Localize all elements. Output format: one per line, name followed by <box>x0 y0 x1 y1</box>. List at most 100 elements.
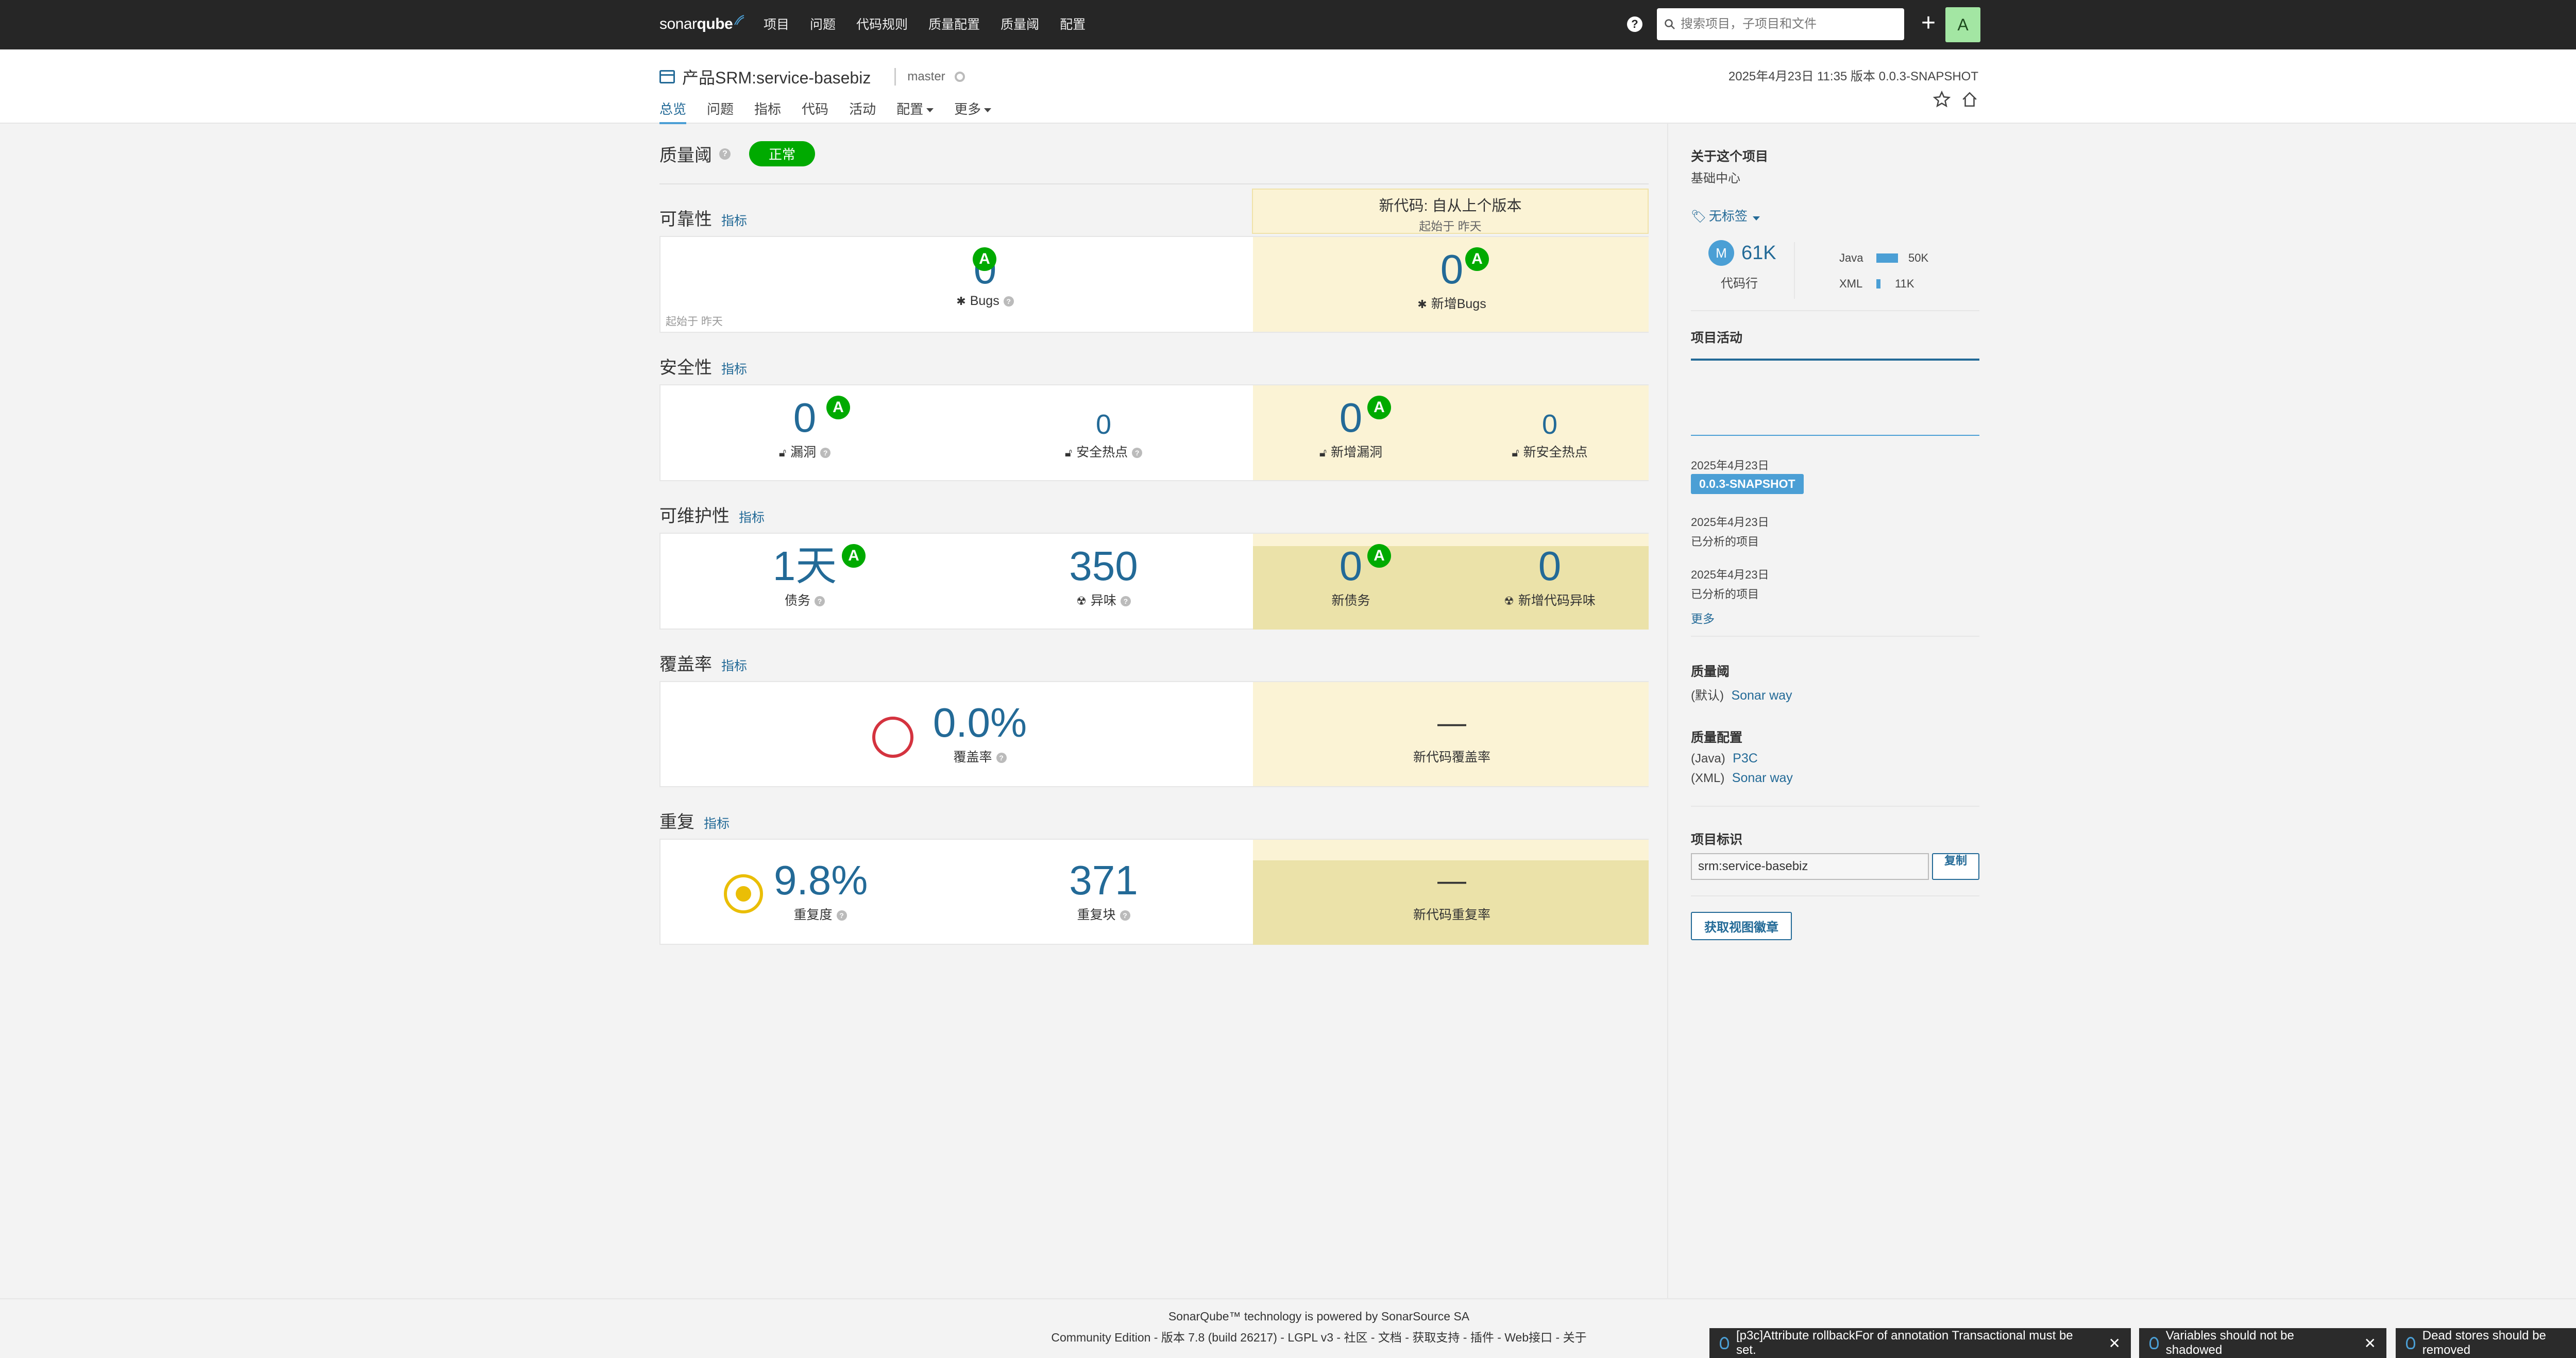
footer-link-license[interactable]: LGPL v3 <box>1287 1331 1333 1344</box>
security-measures-link[interactable]: 指标 <box>721 362 747 377</box>
close-icon[interactable]: ✕ <box>2364 1335 2376 1352</box>
tab-measures[interactable]: 指标 <box>754 99 781 124</box>
notification-toast: Dead stores should be removed ✕ <box>2396 1328 2576 1358</box>
tab-issues[interactable]: 问题 <box>707 99 734 124</box>
create-plus-button[interactable]: + <box>1913 9 1943 39</box>
notification-toast: Variables should not be shadowed ✕ <box>2139 1328 2386 1358</box>
help-icon[interactable]: ? <box>1120 910 1130 921</box>
footer-link-docs[interactable]: 文档 <box>1378 1331 1402 1344</box>
coverage-measures-link[interactable]: 指标 <box>721 659 747 673</box>
debt-rating[interactable]: A <box>842 544 866 568</box>
footer-link-support[interactable]: 获取支持 <box>1412 1331 1460 1344</box>
help-icon[interactable]: ? <box>996 753 1007 763</box>
vulnerabilities-rating[interactable]: A <box>826 396 850 419</box>
activity-more-link[interactable]: 更多 <box>1691 609 1979 626</box>
help-icon[interactable]: ? <box>1003 296 1014 307</box>
menu-item-rules[interactable]: 代码规则 <box>856 15 908 34</box>
help-icon[interactable]: ? <box>815 596 825 607</box>
duplicated-blocks-metric[interactable]: 371 重复块? <box>1026 858 1181 923</box>
activity-title: 项目活动 <box>1691 331 1743 345</box>
duplications-card: 9.8% 重复度? 371 重复块? — 新代码重复率 <box>659 839 1649 945</box>
tab-overview[interactable]: 总览 <box>659 99 687 124</box>
new-duplications-metric[interactable]: — 新代码重复率 <box>1375 858 1529 923</box>
search-input[interactable] <box>1681 17 1897 31</box>
sonarsource-link[interactable]: SonarSource SA <box>1381 1310 1469 1323</box>
duplications-indicator[interactable] <box>721 872 766 916</box>
duplicated-lines-density-metric[interactable]: 9.8% 重复度? <box>774 858 868 923</box>
favorite-star-icon[interactable] <box>1933 91 1951 108</box>
tab-code[interactable]: 代码 <box>802 99 828 124</box>
new-hotspots-metric[interactable]: 0 🔓︎ 新安全热点 <box>1472 409 1627 461</box>
menu-item-quality-profiles[interactable]: 质量配置 <box>928 15 980 34</box>
new-bugs-rating[interactable]: A <box>1465 247 1489 271</box>
code-smells-metric[interactable]: 350 ☢ 异味? <box>1026 544 1181 609</box>
branch-selector[interactable]: master <box>907 70 965 84</box>
close-icon[interactable]: ✕ <box>2109 1335 2121 1352</box>
coverage-donut[interactable] <box>871 715 915 759</box>
new-coverage-metric[interactable]: — 新代码覆盖率 <box>1375 701 1529 766</box>
tab-more[interactable]: 更多 <box>954 99 992 124</box>
language-java-bar <box>1876 253 1898 263</box>
help-icon[interactable]: ? <box>1120 596 1131 607</box>
lightbulb-icon <box>1720 1337 1729 1349</box>
reliability-card: 0 ✱Bugs? A 起始于 昨天 0 ✱新增Bugs A <box>659 236 1649 333</box>
version-badge: 0.0.3-SNAPSHOT <box>1691 474 1804 494</box>
user-avatar[interactable]: A <box>1945 7 1980 42</box>
global-search[interactable] <box>1657 8 1904 40</box>
maintainability-measures-link[interactable]: 指标 <box>739 511 765 525</box>
footer-link-community[interactable]: 社区 <box>1344 1331 1367 1344</box>
tags-selector[interactable]: 🏷︎ 无标签 <box>1691 206 1979 225</box>
reliability-measures-link[interactable]: 指标 <box>721 214 747 228</box>
get-badges-button[interactable]: 获取视图徽章 <box>1691 912 1792 940</box>
help-icon[interactable]: ? <box>719 148 731 160</box>
bugs-rating[interactable]: A <box>973 247 996 271</box>
project-tabs: 总览 问题 指标 代码 活动 配置 更多 <box>659 99 1012 124</box>
menu-item-quality-gates[interactable]: 质量阈 <box>1001 15 1039 34</box>
quality-profile-xml-link[interactable]: Sonar way <box>1732 771 1793 785</box>
size-rating[interactable]: M <box>1708 240 1734 266</box>
quality-gate-link[interactable]: Sonar way <box>1731 688 1792 703</box>
footer-link-web-api[interactable]: Web接口 <box>1504 1331 1552 1344</box>
menu-item-projects[interactable]: 项目 <box>764 15 789 34</box>
coverage-metric[interactable]: 0.0% 覆盖率? <box>923 701 1037 766</box>
new-bugs-metric[interactable]: 0 ✱ 新增Bugs <box>1375 247 1529 312</box>
copy-key-button[interactable]: 复制 <box>1932 853 1979 880</box>
new-vulnerabilities-metric[interactable]: 0 🔓︎ 新增漏洞 <box>1274 396 1428 461</box>
since-label: 起始于 昨天 <box>666 316 723 328</box>
menu-item-administration[interactable]: 配置 <box>1060 15 1086 34</box>
quality-profiles-title: 质量配置 <box>1691 731 1743 745</box>
help-icon[interactable]: ? <box>1132 448 1143 459</box>
lock-icon: 🔓︎ <box>1512 446 1519 459</box>
new-debt-metric[interactable]: 0 新债务 <box>1274 544 1428 609</box>
language-xml-label: XML <box>1839 277 1863 290</box>
help-icon[interactable]: ? <box>820 448 831 459</box>
activity-date: 2025年4月23日 <box>1691 459 1769 472</box>
lock-icon: 🔓︎ <box>1064 446 1073 459</box>
sonarqube-logo[interactable]: sonarqube <box>659 11 745 37</box>
branch-name: master <box>907 70 945 83</box>
hotspots-metric[interactable]: 0 🔓︎ 安全热点? <box>1026 409 1181 461</box>
project-name[interactable]: 产品SRM:service-basebiz <box>682 65 871 89</box>
footer-link-plugins[interactable]: 插件 <box>1470 1331 1494 1344</box>
new-vulnerabilities-rating[interactable]: A <box>1367 396 1391 419</box>
help-icon[interactable]: ? <box>836 910 847 921</box>
main-menu: 项目 问题 代码规则 质量配置 质量阈 配置 <box>764 15 1106 34</box>
home-icon[interactable] <box>1961 91 1978 108</box>
help-icon[interactable]: ? <box>1627 16 1642 32</box>
new-code-smells-metric[interactable]: 0 ☢ 新增代码异味 <box>1472 544 1627 609</box>
branch-settings-icon[interactable] <box>954 72 965 82</box>
activity-date: 2025年4月23日 <box>1691 516 1769 529</box>
language-java-value: 50K <box>1908 251 1929 264</box>
duplications-measures-link[interactable]: 指标 <box>704 817 730 831</box>
menu-item-issues[interactable]: 问题 <box>810 15 836 34</box>
project-key-field[interactable]: srm:service-basebiz <box>1691 853 1929 880</box>
tab-administration[interactable]: 配置 <box>896 99 934 124</box>
tab-activity[interactable]: 活动 <box>849 99 876 124</box>
vulnerabilities-metric[interactable]: 0 🔓︎ 漏洞? <box>727 396 882 461</box>
activity-date: 2025年4月23日 <box>1691 568 1769 581</box>
lines-of-code-value[interactable]: 61K <box>1741 242 1776 264</box>
new-debt-rating[interactable]: A <box>1367 544 1391 568</box>
quality-profile-java-link[interactable]: P3C <box>1733 751 1758 766</box>
footer-link-about[interactable]: 关于 <box>1563 1331 1587 1344</box>
quality-gate-sidebar-title: 质量阈 <box>1691 665 1730 679</box>
